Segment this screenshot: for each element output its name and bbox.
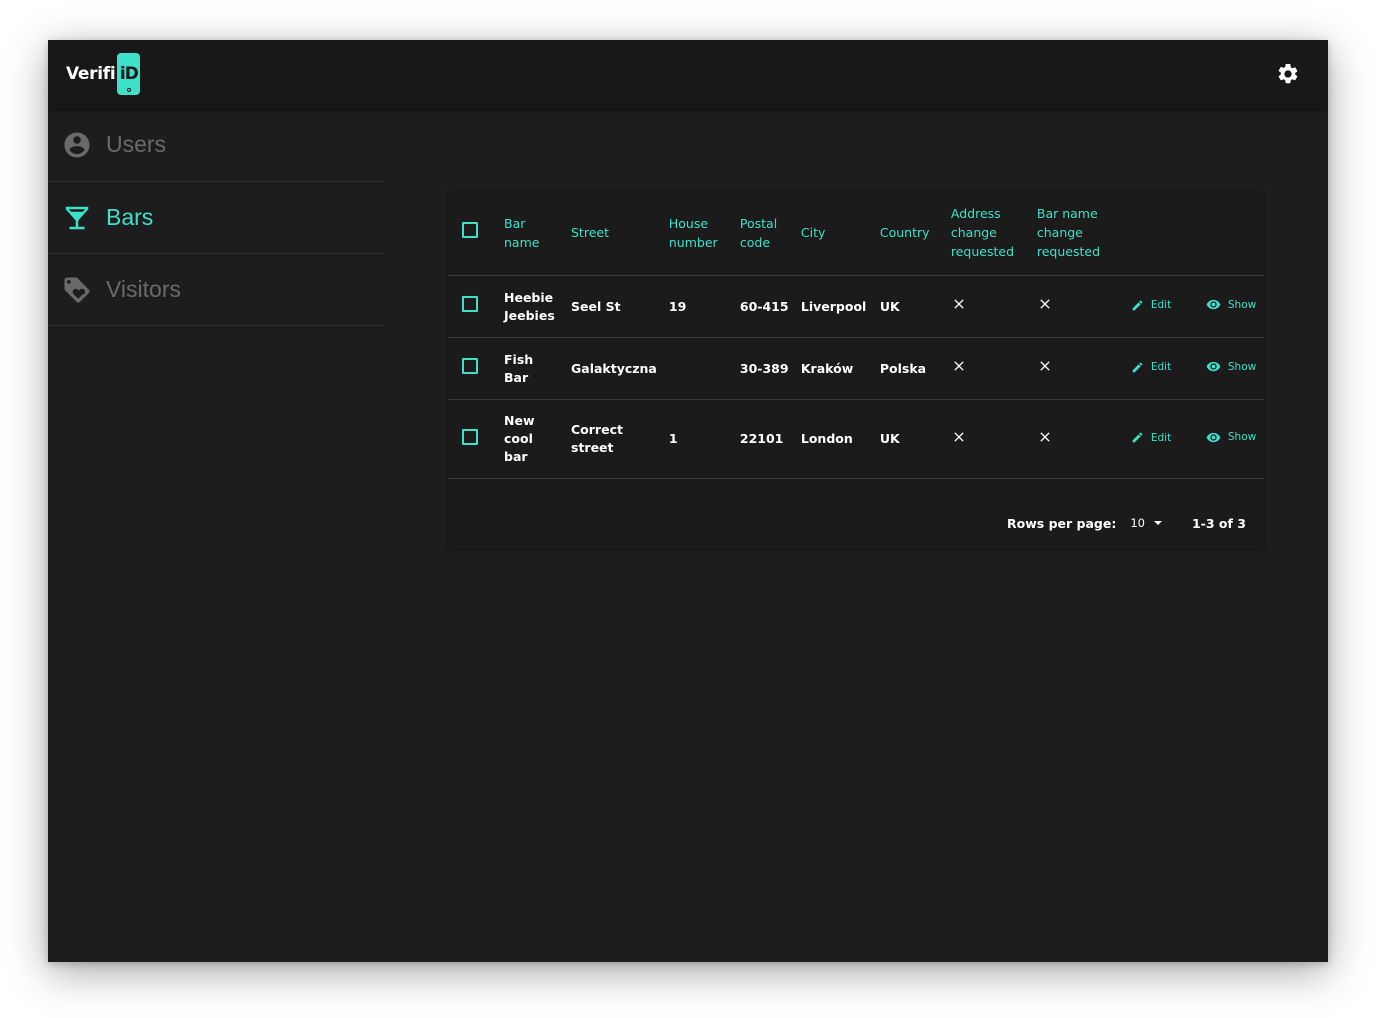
cell-postal-code: 30-389 [733, 337, 795, 400]
header-city[interactable]: City [794, 190, 874, 276]
sidebar-item-visitors[interactable]: Visitors [48, 254, 384, 326]
sidebar-item-bars[interactable]: Bars [48, 182, 384, 254]
cell-show: Show [1199, 399, 1264, 479]
rows-per-page-select[interactable]: 10 [1130, 516, 1162, 530]
close-icon [1040, 431, 1050, 442]
show-button[interactable]: Show [1206, 296, 1256, 314]
cell-show: Show [1199, 337, 1264, 400]
close-icon [1040, 361, 1050, 371]
bars-table: Bar name Street House number Postal code… [448, 190, 1264, 479]
cell-postal-code: 60-415 [733, 275, 795, 338]
close-icon [1040, 299, 1050, 309]
edit-button[interactable]: Edit [1131, 296, 1171, 314]
logo: Verifi iD [66, 53, 141, 95]
sidebar-item-users[interactable]: Users [48, 108, 384, 182]
pencil-icon [1132, 300, 1143, 311]
edit-button[interactable]: Edit [1131, 358, 1171, 376]
rows-per-page-label: Rows per page: [1007, 515, 1117, 531]
caret-down-icon [1153, 521, 1162, 525]
cell-city: Liverpool [794, 275, 874, 338]
logo-text: Verifi [66, 64, 116, 84]
row-checkbox[interactable] [462, 296, 478, 312]
close-icon [954, 361, 964, 371]
sidebar-item-label: Bars [106, 204, 154, 230]
pencil-icon [1132, 362, 1143, 373]
table-pagination: Rows per page: 10 1-3 of 3 [448, 498, 1264, 548]
cell-city: Kraków [794, 337, 874, 400]
row-checkbox[interactable] [462, 428, 478, 445]
edit-button[interactable]: Edit [1131, 429, 1171, 447]
pencil-icon [1132, 432, 1143, 443]
cell-address-change [944, 337, 1031, 400]
select-all-checkbox[interactable] [462, 222, 478, 238]
cell-city: London [794, 399, 874, 479]
settings-button[interactable] [1276, 62, 1300, 86]
cell-street: Seel St [565, 275, 663, 338]
cell-house-number [662, 337, 734, 400]
cocktail-glass-icon [62, 203, 92, 233]
cell-country: UK [873, 275, 945, 338]
cell-postal-code: 22101 [733, 399, 795, 479]
cell-address-change [944, 275, 1031, 338]
eye-icon [1206, 362, 1221, 372]
logo-phone-text: iD [119, 64, 139, 84]
pagination-range: 1-3 of 3 [1191, 515, 1246, 531]
cell-country: UK [873, 399, 945, 479]
eye-icon [1206, 432, 1221, 442]
cell-bar-name: Heebie Jeebies [498, 275, 565, 338]
account-circle-icon [62, 130, 92, 160]
app-window: Verifi iD Users Bars Visitors Bar name S… [48, 40, 1328, 962]
close-icon [954, 299, 964, 309]
cell-edit: Edit [1124, 399, 1200, 479]
cell-show: Show [1199, 275, 1264, 338]
header-show [1199, 190, 1264, 276]
sidebar: Users Bars Visitors [48, 108, 384, 962]
table-row[interactable]: Heebie Jeebies Seel St 19 60-415 Liverpo… [448, 275, 1264, 338]
header-country[interactable]: Country [873, 190, 945, 276]
app-bar: Verifi iD [48, 40, 1328, 108]
close-icon [954, 431, 964, 442]
table-header-row: Bar name Street House number Postal code… [448, 190, 1264, 276]
cell-address-change [944, 399, 1031, 479]
header-street[interactable]: Street [565, 190, 663, 276]
header-postal-code[interactable]: Postal code [733, 190, 795, 276]
header-bar-name[interactable]: Bar name [498, 190, 565, 276]
cell-edit: Edit [1124, 337, 1200, 400]
cell-bar-name-change [1030, 275, 1125, 338]
table-row[interactable]: New cool bar Correct street 1 22101 Lond… [448, 399, 1264, 479]
header-address-change[interactable]: Address change requested [944, 190, 1031, 276]
logo-phone-icon: iD [117, 53, 141, 95]
show-button[interactable]: Show [1206, 428, 1256, 446]
cell-bar-name: Fish Bar [498, 337, 565, 400]
cell-country: Polska [873, 337, 945, 400]
cell-street: Galaktyczna [565, 337, 663, 400]
cell-bar-name: New cool bar [498, 399, 565, 479]
select-all-cell [448, 190, 498, 276]
header-edit [1124, 190, 1200, 276]
show-button[interactable]: Show [1206, 358, 1256, 376]
table-row[interactable]: Fish Bar Galaktyczna 30-389 Kraków Polsk… [448, 337, 1264, 400]
row-checkbox[interactable] [462, 358, 478, 374]
eye-icon [1206, 300, 1221, 310]
tags-icon [62, 275, 92, 305]
cell-house-number: 19 [662, 275, 734, 338]
sidebar-item-label: Users [106, 131, 167, 157]
cell-house-number: 1 [662, 399, 734, 479]
cell-bar-name-change [1030, 337, 1125, 400]
rows-per-page-value: 10 [1130, 516, 1145, 530]
sidebar-item-label: Visitors [106, 276, 181, 302]
cell-bar-name-change [1030, 399, 1125, 479]
cell-street: Correct street [565, 399, 663, 479]
header-house-number[interactable]: House number [662, 190, 734, 276]
gear-icon [1278, 63, 1298, 84]
cell-edit: Edit [1124, 275, 1200, 338]
bars-table-card: Bar name Street House number Postal code… [448, 190, 1264, 548]
header-bar-name-change[interactable]: Bar name change requested [1030, 190, 1125, 276]
